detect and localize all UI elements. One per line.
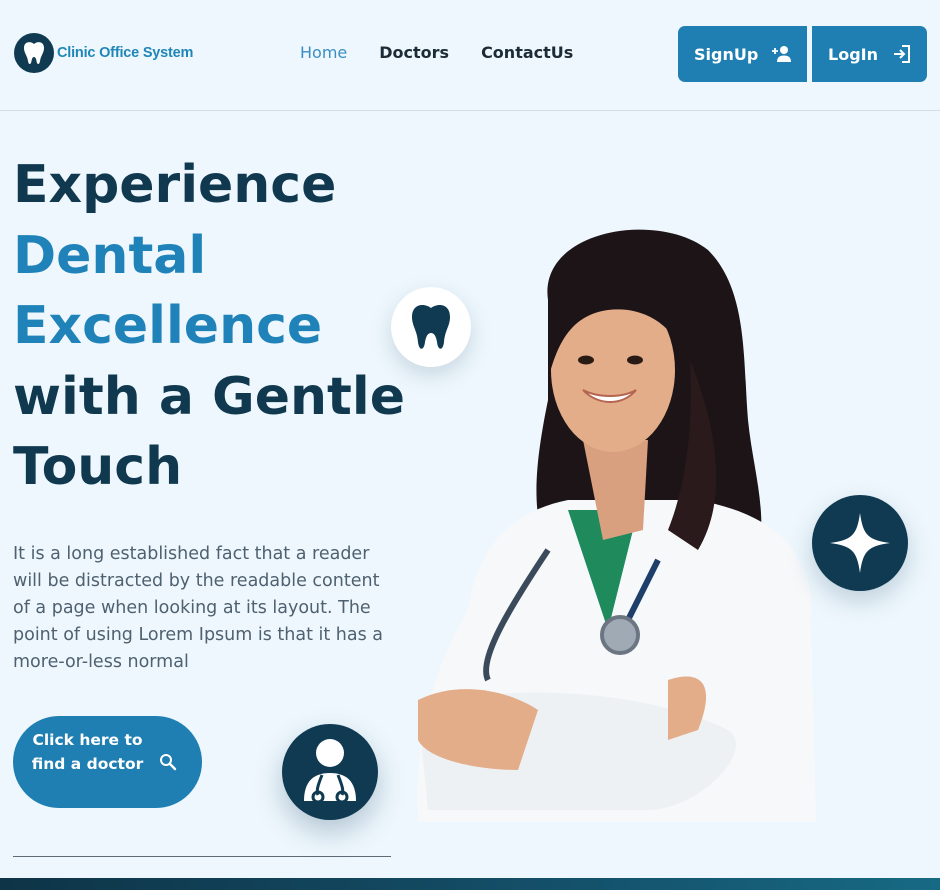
- divider: [13, 856, 391, 857]
- tooth-badge: [391, 287, 471, 367]
- logo[interactable]: Clinic Office System: [14, 33, 193, 73]
- nav-contact-link[interactable]: ContactUs: [481, 43, 573, 63]
- tooth-icon: [412, 304, 450, 349]
- search-icon: [160, 754, 177, 771]
- login-label: LogIn: [828, 44, 878, 64]
- login-arrow-icon: [894, 45, 910, 63]
- find-doctor-label: Click here to find a doctor: [31, 731, 144, 773]
- hero-title-line: Touch: [13, 437, 183, 497]
- signup-button[interactable]: SignUp: [678, 26, 807, 82]
- hero-title-line: Experience: [13, 155, 337, 215]
- doctor-icon: [304, 739, 356, 804]
- footer-strip: [0, 878, 940, 890]
- nav-doctors-link[interactable]: Doctors: [379, 43, 449, 63]
- nav-home-link[interactable]: Home: [300, 43, 347, 63]
- hero-title-line: with a Gentle: [13, 366, 405, 427]
- hero-title-accent: Excellence: [13, 296, 323, 356]
- sparkle-badge: [812, 495, 908, 591]
- login-button[interactable]: LogIn: [812, 26, 927, 82]
- hero-title-accent: Dental: [13, 225, 207, 286]
- tooth-icon: [14, 33, 54, 73]
- hero-title: Experience Dental Excellence with a Gent…: [13, 150, 413, 503]
- doctor-badge: [282, 724, 378, 820]
- person-add-icon: [772, 46, 791, 62]
- logo-text: Clinic Office System: [57, 45, 194, 61]
- sparkle-icon: [830, 513, 890, 573]
- main-nav: Home Doctors ContactUs: [300, 43, 605, 63]
- find-doctor-button[interactable]: Click here to find a doctor: [13, 716, 202, 808]
- site-header: Clinic Office System Home Doctors Contac…: [0, 0, 940, 111]
- hero-description: It is a long established fact that a rea…: [13, 544, 384, 672]
- signup-label: SignUp: [694, 44, 759, 64]
